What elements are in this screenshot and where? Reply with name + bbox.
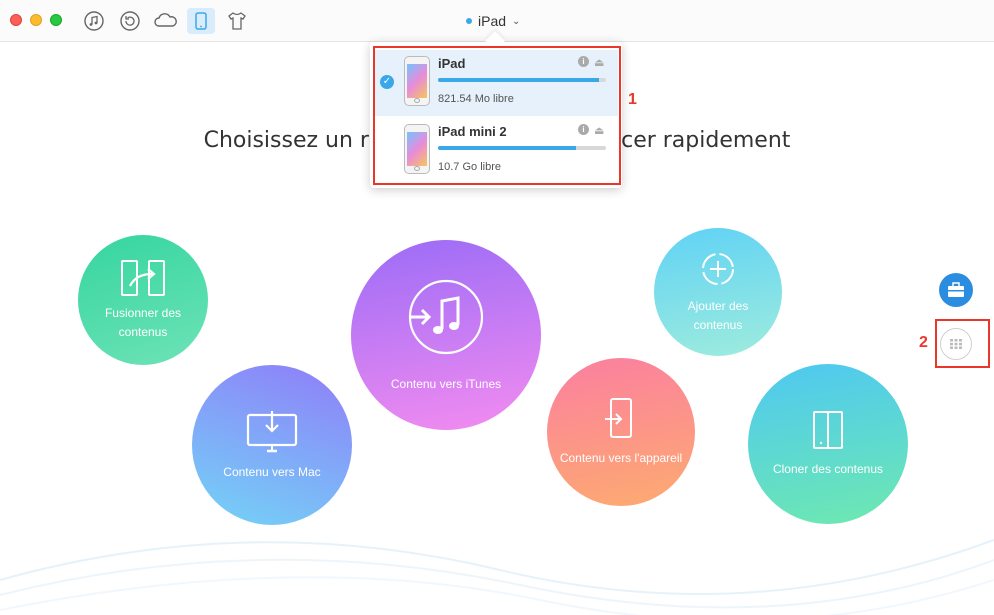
icloud-icon[interactable] [152, 8, 180, 34]
device-title: iPad [478, 13, 507, 29]
add-contents-button[interactable]: Ajouter des contenus [654, 228, 782, 356]
annotation-number-2: 2 [919, 334, 928, 351]
tshirt-icon[interactable] [223, 8, 251, 34]
add-label-2: contenus [693, 318, 743, 332]
device-icon[interactable] [187, 8, 215, 34]
toolbox-icon[interactable] [939, 273, 973, 307]
restore-icon[interactable] [116, 8, 144, 34]
clone-icon [813, 410, 843, 449]
merge-icon [121, 260, 165, 296]
annotation-box-2 [935, 319, 990, 368]
zoom-window-button[interactable] [50, 14, 62, 26]
itunes-transfer-icon [408, 279, 484, 354]
annotation-box-1 [373, 46, 621, 185]
minimize-window-button[interactable] [30, 14, 42, 26]
itunes-icon[interactable] [80, 8, 108, 34]
add-icon [702, 253, 734, 285]
to-device-icon [605, 397, 632, 438]
itunes-label: Contenu vers iTunes [390, 376, 502, 391]
close-window-button[interactable] [10, 14, 22, 26]
mac-icon [246, 410, 298, 452]
connected-dot-icon [466, 18, 472, 24]
device-selector[interactable]: iPad ⌄ [466, 12, 520, 30]
chevron-down-icon: ⌄ [512, 15, 521, 27]
content-to-itunes-button[interactable]: Contenu vers iTunes [351, 240, 541, 430]
add-label-1: Ajouter des [687, 299, 749, 313]
background-waves [0, 539, 994, 615]
merge-contents-button[interactable]: Fusionner des contenus [78, 235, 208, 365]
merge-label-1: Fusionner des [104, 306, 182, 320]
device-label: Contenu vers l'appareil [559, 450, 683, 465]
merge-label-2: contenus [118, 325, 168, 339]
annotation-number-1: 1 [628, 91, 637, 108]
